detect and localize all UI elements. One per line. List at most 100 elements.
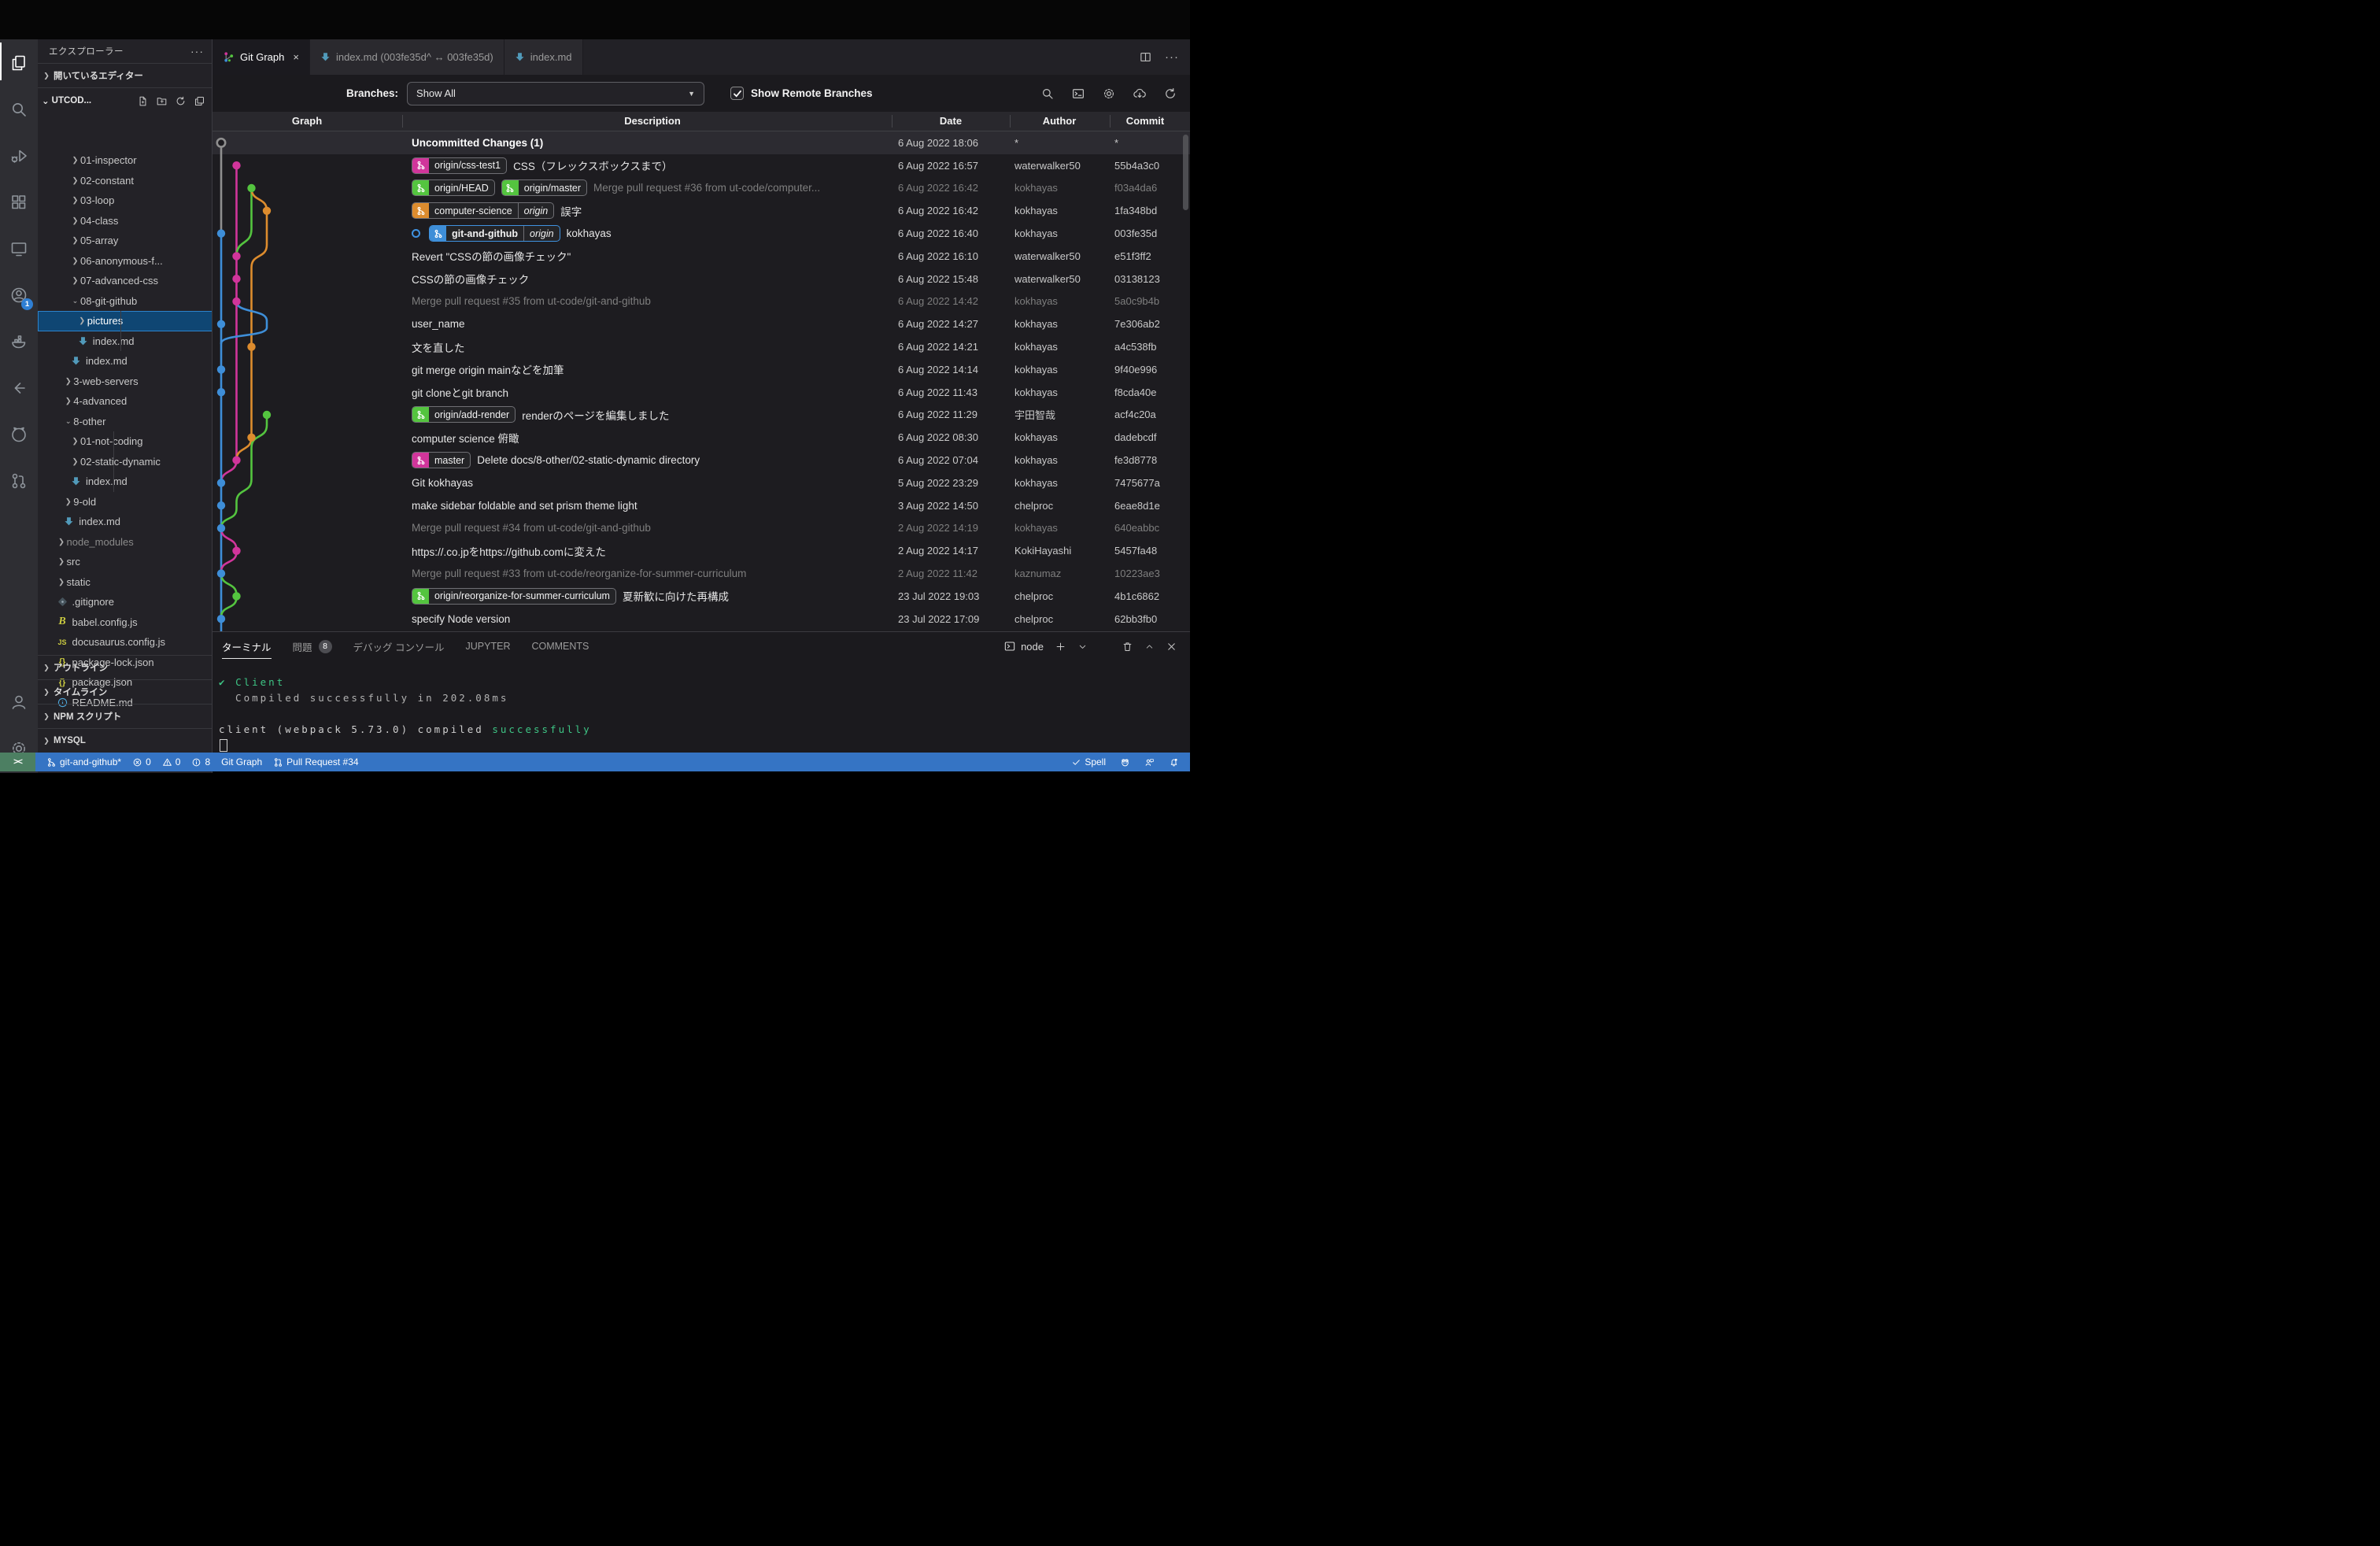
- gear-icon[interactable]: [1102, 87, 1116, 101]
- commit-row[interactable]: Revert "CSSの節の画像チェック"6 Aug 2022 16:10wat…: [213, 245, 1190, 268]
- branches-dropdown[interactable]: Show All ▼: [407, 82, 704, 105]
- explorer-more-actions-icon[interactable]: ···: [190, 45, 204, 57]
- chevron-down-icon[interactable]: [1077, 642, 1088, 652]
- tree-item-index-md[interactable]: index.md: [38, 512, 213, 532]
- commit-row[interactable]: user_name6 Aug 2022 14:27kokhayas7e306ab…: [213, 313, 1190, 335]
- tree-item-3-web-servers[interactable]: ❯3-web-servers: [38, 372, 213, 392]
- search-icon[interactable]: [1040, 87, 1055, 101]
- tree-item--gitignore[interactable]: .gitignore: [38, 592, 213, 612]
- branch-label-origin-css-test1[interactable]: origin/css-test1: [412, 157, 507, 174]
- tree-item-pictures[interactable]: ❯pictures: [38, 311, 213, 331]
- github-icon[interactable]: [0, 411, 38, 457]
- tree-item-05-array[interactable]: ❯05-array: [38, 231, 213, 251]
- commit-row[interactable]: CSSの節の画像チェック6 Aug 2022 15:48waterwalker5…: [213, 268, 1190, 290]
- status-item-pull-request-#34[interactable]: Pull Request #34: [273, 756, 358, 767]
- commit-row[interactable]: make sidebar foldable and set prism them…: [213, 494, 1190, 517]
- tree-item-docusaurus-config-js[interactable]: JSdocusaurus.config.js: [38, 632, 213, 653]
- tree-item-src[interactable]: ❯src: [38, 552, 213, 572]
- chevron-up-icon[interactable]: [1144, 642, 1155, 652]
- tab-index-md[interactable]: index.md (003fe35d^ ↔ 003fe35d): [310, 39, 504, 75]
- column-header-author[interactable]: Author: [1043, 115, 1077, 127]
- new-file-icon[interactable]: [137, 95, 149, 107]
- commit-row[interactable]: specify Node version23 Jul 2022 17:09che…: [213, 608, 1190, 631]
- commit-row[interactable]: git-and-githuboriginkokhayas6 Aug 2022 1…: [213, 222, 1190, 245]
- commit-row[interactable]: origin/reorganize-for-summer-curriculum夏…: [213, 585, 1190, 608]
- commit-row[interactable]: Uncommitted Changes (1)6 Aug 2022 18:06*…: [213, 131, 1190, 154]
- branch-label-origin-head[interactable]: origin/HEAD: [412, 179, 495, 196]
- files-icon[interactable]: [0, 39, 38, 86]
- tree-item-07-advanced-css[interactable]: ❯07-advanced-css: [38, 271, 213, 291]
- status-item-git-graph[interactable]: Git Graph: [221, 756, 262, 767]
- table-scrollbar[interactable]: [1183, 135, 1188, 210]
- sidebar-section-タイムライン[interactable]: ❯タイムライン: [38, 679, 213, 704]
- cloud-download-icon[interactable]: [1133, 87, 1147, 101]
- commit-row[interactable]: Merge pull request #33 from ut-code/reor…: [213, 562, 1190, 585]
- tree-item-03-loop[interactable]: ❯03-loop: [38, 190, 213, 211]
- status-item-0[interactable]: 0: [132, 756, 151, 767]
- branch-label-origin-reorganize-for-summer-curriculum[interactable]: origin/reorganize-for-summer-curriculum: [412, 588, 616, 605]
- terminal-profile[interactable]: node: [1003, 640, 1044, 653]
- column-header-graph[interactable]: Graph: [292, 115, 322, 127]
- back-arrow-icon[interactable]: [0, 364, 38, 411]
- status-item-spell[interactable]: Spell: [1071, 756, 1106, 767]
- trash-icon[interactable]: [1122, 641, 1133, 653]
- commit-row[interactable]: https://.co.jpをhttps://github.comに変えた2 A…: [213, 539, 1190, 562]
- remote-explorer-icon[interactable]: [0, 225, 38, 272]
- open-editors-section[interactable]: ❯ 開いているエディター: [38, 63, 212, 87]
- tree-item-node-modules[interactable]: ❯node_modules: [38, 532, 213, 553]
- sidebar-section-MYSQL[interactable]: ❯MYSQL: [38, 728, 213, 753]
- commit-row[interactable]: Merge pull request #34 from ut-code/git-…: [213, 517, 1190, 540]
- branch-label-computer-science[interactable]: computer-scienceorigin: [412, 202, 554, 219]
- tree-item-8-other[interactable]: ⌄8-other: [38, 412, 213, 432]
- column-header-description[interactable]: Description: [624, 115, 681, 127]
- panel-tab-問題[interactable]: 問題8: [293, 632, 332, 660]
- terminal-icon[interactable]: [1071, 87, 1085, 101]
- column-header-commit[interactable]: Commit: [1126, 115, 1164, 127]
- commit-row[interactable]: computer science 俯瞰6 Aug 2022 08:30kokha…: [213, 426, 1190, 449]
- tree-item-9-old[interactable]: ❯9-old: [38, 492, 213, 512]
- branch-label-origin-add-render[interactable]: origin/add-render: [412, 406, 516, 423]
- commit-row[interactable]: masterDelete docs/8-other/02-static-dyna…: [213, 449, 1190, 472]
- panel-tab-ターミナル[interactable]: ターミナル: [222, 632, 272, 660]
- commit-row[interactable]: origin/HEADorigin/masterMerge pull reque…: [213, 177, 1190, 200]
- commit-row[interactable]: git cloneとgit branch6 Aug 2022 11:43kokh…: [213, 381, 1190, 404]
- docker-icon[interactable]: [0, 318, 38, 364]
- split-editor-icon[interactable]: [1139, 50, 1152, 64]
- branch-label-origin-master[interactable]: origin/master: [501, 179, 587, 196]
- commit-row[interactable]: origin/css-test1CSS（フレックスボックスまで）6 Aug 20…: [213, 154, 1190, 177]
- status-item-0[interactable]: 0: [162, 756, 181, 767]
- close-icon[interactable]: ×: [293, 51, 299, 63]
- refresh-icon[interactable]: [1163, 87, 1177, 101]
- commit-row[interactable]: git merge origin mainなどを加筆6 Aug 2022 14:…: [213, 358, 1190, 381]
- new-folder-icon[interactable]: [156, 95, 168, 107]
- status-item-bell[interactable]: [1169, 757, 1179, 767]
- column-header-date[interactable]: Date: [940, 115, 962, 127]
- commit-row[interactable]: origin/add-renderrenderのページを編集しました6 Aug …: [213, 404, 1190, 427]
- add-icon[interactable]: [1055, 641, 1066, 653]
- tab-index-md[interactable]: index.md: [504, 39, 583, 75]
- status-item-pet[interactable]: [1120, 757, 1130, 767]
- panel-tab-デバッグ コンソール[interactable]: デバッグ コンソール: [353, 632, 445, 660]
- pull-request-icon[interactable]: [0, 457, 38, 504]
- project-section-header[interactable]: ⌄ UTCOD...: [38, 87, 212, 113]
- tree-item-08-git-github[interactable]: ⌄08-git-github: [38, 291, 213, 312]
- commit-row[interactable]: Git kokhayas5 Aug 2022 23:29kokhayas7475…: [213, 472, 1190, 494]
- search-icon[interactable]: [0, 86, 38, 132]
- tree-item-static[interactable]: ❯static: [38, 572, 213, 593]
- commit-row[interactable]: computer-scienceorigin誤字6 Aug 2022 16:42…: [213, 199, 1190, 222]
- refresh-icon[interactable]: [175, 95, 187, 107]
- accounts-icon[interactable]: 1: [0, 272, 38, 318]
- tree-item-index-md[interactable]: index.md: [38, 472, 213, 492]
- collapse-all-icon[interactable]: [194, 95, 205, 107]
- tree-item-02-static-dynamic[interactable]: ❯02-static-dynamic: [38, 452, 213, 472]
- branch-label-git-and-github[interactable]: git-and-githuborigin: [429, 225, 560, 242]
- tree-item-04-class[interactable]: ❯04-class: [38, 211, 213, 231]
- more-actions-icon[interactable]: ···: [1165, 50, 1179, 64]
- branch-label-master[interactable]: master: [412, 452, 471, 468]
- tree-item-4-advanced[interactable]: ❯4-advanced: [38, 391, 213, 412]
- status-item-feedback[interactable]: [1144, 757, 1155, 767]
- debug-icon[interactable]: [0, 132, 38, 179]
- extensions-icon[interactable]: [0, 179, 38, 225]
- remote-indicator[interactable]: ><: [0, 753, 35, 771]
- tree-item-index-md[interactable]: index.md: [38, 331, 213, 352]
